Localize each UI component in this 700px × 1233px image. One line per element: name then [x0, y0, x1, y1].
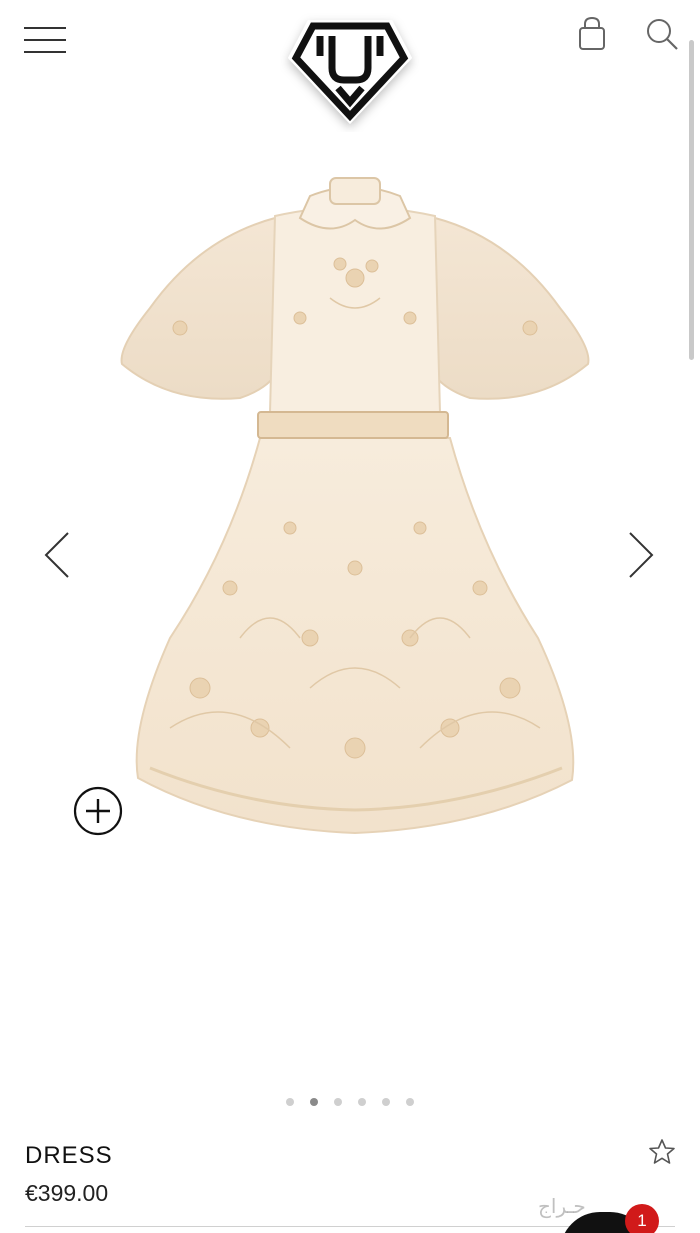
menu-line: [24, 39, 66, 41]
menu-line: [24, 51, 66, 53]
pagination-dot[interactable]: [358, 1098, 366, 1106]
chevron-right-icon[interactable]: [626, 530, 656, 580]
zoom-plus-icon[interactable]: [73, 786, 123, 836]
chevron-left-icon[interactable]: [42, 530, 72, 580]
pagination-dot-active[interactable]: [310, 1098, 318, 1106]
watermark-text: حـراج: [538, 1194, 586, 1218]
brand-logo[interactable]: [280, 6, 420, 132]
search-icon[interactable]: [644, 16, 680, 52]
cart-count-badge[interactable]: 1: [625, 1204, 659, 1233]
product-price: €399.00: [25, 1180, 109, 1206]
shopping-bag-icon[interactable]: [576, 16, 608, 52]
product-title: DRESS: [25, 1142, 113, 1169]
menu-line: [24, 27, 66, 29]
hamburger-menu-icon[interactable]: [24, 26, 66, 56]
pagination-dot[interactable]: [286, 1098, 294, 1106]
favorite-star-icon[interactable]: [648, 1138, 676, 1166]
product-image-gallery[interactable]: [0, 150, 700, 1090]
pagination-dot[interactable]: [406, 1098, 414, 1106]
pagination-dot[interactable]: [382, 1098, 390, 1106]
pagination-dot[interactable]: [334, 1098, 342, 1106]
site-header: [0, 0, 700, 140]
gallery-pagination-dots: [0, 1098, 700, 1112]
dress-product-image[interactable]: [110, 168, 600, 858]
